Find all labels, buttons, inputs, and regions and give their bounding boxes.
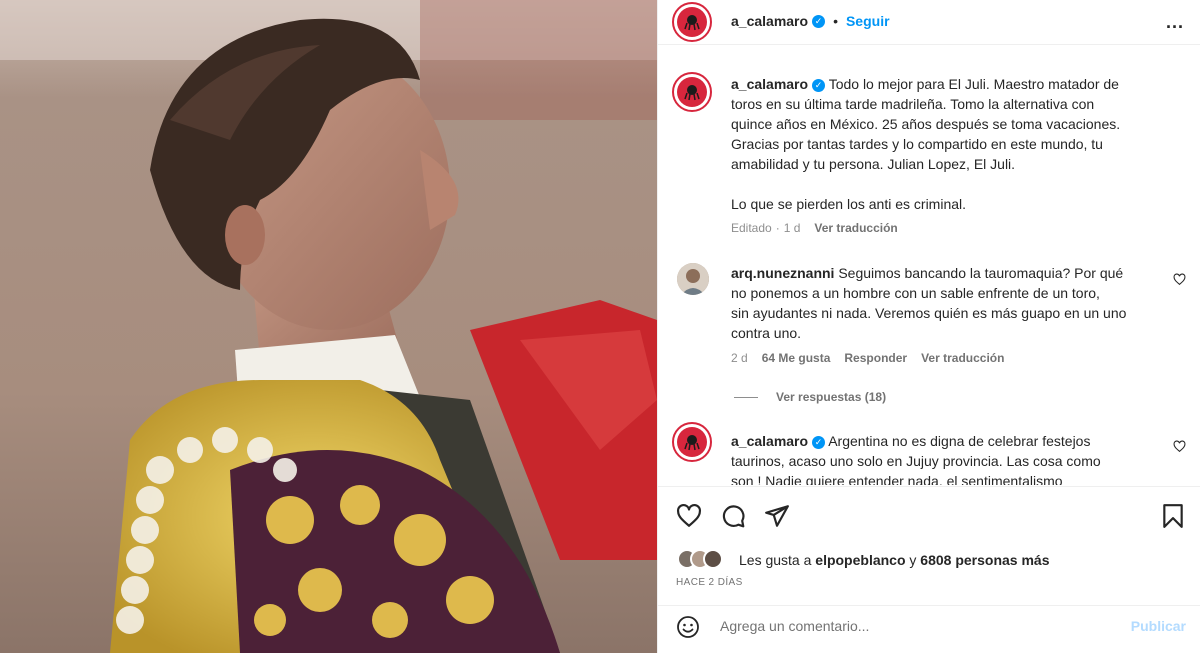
post-timestamp[interactable]: HACE 2 DÍAS <box>676 577 743 588</box>
like-comment-heart-icon[interactable] <box>1173 273 1186 286</box>
comment-line: Argentina no es digna de celebrar festej… <box>828 433 1091 449</box>
liker-avatar <box>703 549 723 569</box>
heart-icon[interactable] <box>676 503 702 529</box>
octopus-logo-icon <box>684 15 700 31</box>
comment-line: Seguimos bancando la tauromaquia? Por qu… <box>838 265 1124 281</box>
translate-link[interactable]: Ver traducción <box>921 351 1004 365</box>
post-actions: Les gusta a elpopeblanco y 6808 personas… <box>658 486 1200 647</box>
octopus-logo-icon <box>684 435 700 451</box>
caption-age: 1 d <box>783 221 801 235</box>
separator-dot: • <box>833 13 838 29</box>
view-replies-label: Ver respuestas (18) <box>776 390 887 404</box>
caption-text: a_calamaro ✓ Todo lo mejor para El Juli. … <box>731 74 1151 214</box>
verified-icon: ✓ <box>812 435 826 449</box>
octopus-logo-icon <box>684 85 700 101</box>
comment-text: arq.nuneznanni Seguimos bancando la taur… <box>731 263 1151 343</box>
comment-icon[interactable] <box>720 503 746 529</box>
comment-age: 2 d <box>731 351 748 365</box>
likes-conj: y <box>909 552 917 568</box>
comment-line: contra uno. <box>731 325 802 341</box>
caption-meta: Editado · 1 d Ver traducción <box>731 221 912 235</box>
caption-line: Gracias por tantas tardes y lo compartid… <box>731 136 1103 152</box>
comment-line: no ponemos a un hombre con un sable enfr… <box>731 285 1100 301</box>
liker-username[interactable]: elpopeblanco <box>815 552 905 568</box>
comment-input[interactable]: Agrega un comentario... <box>720 618 869 634</box>
comment-line: taurinos, acaso uno solo en Jujuy provin… <box>731 453 1101 469</box>
bullfighter-image <box>0 0 657 653</box>
commenter-avatar[interactable] <box>677 263 709 295</box>
caption-line: amabilidad y tu persona. Julian Lopez, E… <box>731 156 1016 172</box>
verified-icon: ✓ <box>812 78 826 92</box>
caption-line: toros en su última tarde madrileña. Tomo… <box>731 96 1095 112</box>
translate-link[interactable]: Ver traducción <box>814 221 897 235</box>
emoji-icon[interactable] <box>676 615 700 639</box>
view-replies-button[interactable]: Ver respuestas (18) <box>734 390 886 404</box>
liker-avatars[interactable] <box>677 549 737 571</box>
post-sidebar: a_calamaro ✓ • Seguir ... a_calamaro ✓ Todo … <box>657 0 1200 653</box>
comment-meta: 2 d 64 Me gusta Responder Ver traducción <box>731 351 1018 365</box>
caption-username[interactable]: a_calamaro <box>731 76 808 92</box>
comment-bar: Agrega un comentario... Publicar <box>658 605 1200 648</box>
caption-line: quince años en México. 25 años después s… <box>731 116 1121 132</box>
caption-avatar[interactable] <box>672 72 712 112</box>
likes-prefix: Les gusta a <box>739 552 812 568</box>
likes-summary: Les gusta a elpopeblanco y 6808 personas… <box>739 552 1050 568</box>
post-photo[interactable] <box>0 0 657 653</box>
like-comment-heart-icon[interactable] <box>1173 440 1186 453</box>
caption-line: Lo que se pierden los anti es criminal. <box>731 196 967 212</box>
share-icon[interactable] <box>764 503 790 529</box>
edited-label: Editado <box>731 221 772 235</box>
caption-line: Todo lo mejor para El Juli. Maestro mata… <box>828 76 1119 92</box>
commenter-username[interactable]: arq.nuneznanni <box>731 265 834 281</box>
comment-likes[interactable]: 64 Me gusta <box>762 351 831 365</box>
comment-line: sin ayudantes ni nada. Veremos quién es … <box>731 305 1127 321</box>
comments-scroll-area[interactable]: a_calamaro ✓ Todo lo mejor para El Juli. … <box>658 45 1200 485</box>
header-user-line: a_calamaro ✓ • Seguir <box>731 13 890 31</box>
meta-dot: · <box>775 221 780 235</box>
author-username[interactable]: a_calamaro <box>731 13 808 29</box>
bookmark-icon[interactable] <box>1160 503 1186 529</box>
commenter-username[interactable]: a_calamaro <box>731 433 808 449</box>
comment-line: son ! Nadie quiere entender nada, el sen… <box>731 473 1063 485</box>
commenter-avatar[interactable] <box>672 422 712 462</box>
post-header: a_calamaro ✓ • Seguir ... <box>658 0 1200 45</box>
reply-button[interactable]: Responder <box>844 351 907 365</box>
verified-icon: ✓ <box>812 15 826 29</box>
follow-button[interactable]: Seguir <box>846 13 890 29</box>
comment-text: a_calamaro ✓ Argentina no es digna de cel… <box>731 431 1151 485</box>
likes-count[interactable]: 6808 personas más <box>920 552 1049 568</box>
replies-line <box>734 397 758 399</box>
publish-button[interactable]: Publicar <box>1131 618 1186 634</box>
author-avatar[interactable] <box>672 2 712 42</box>
more-icon[interactable]: ... <box>1166 13 1184 31</box>
commenter-photo <box>677 263 709 295</box>
